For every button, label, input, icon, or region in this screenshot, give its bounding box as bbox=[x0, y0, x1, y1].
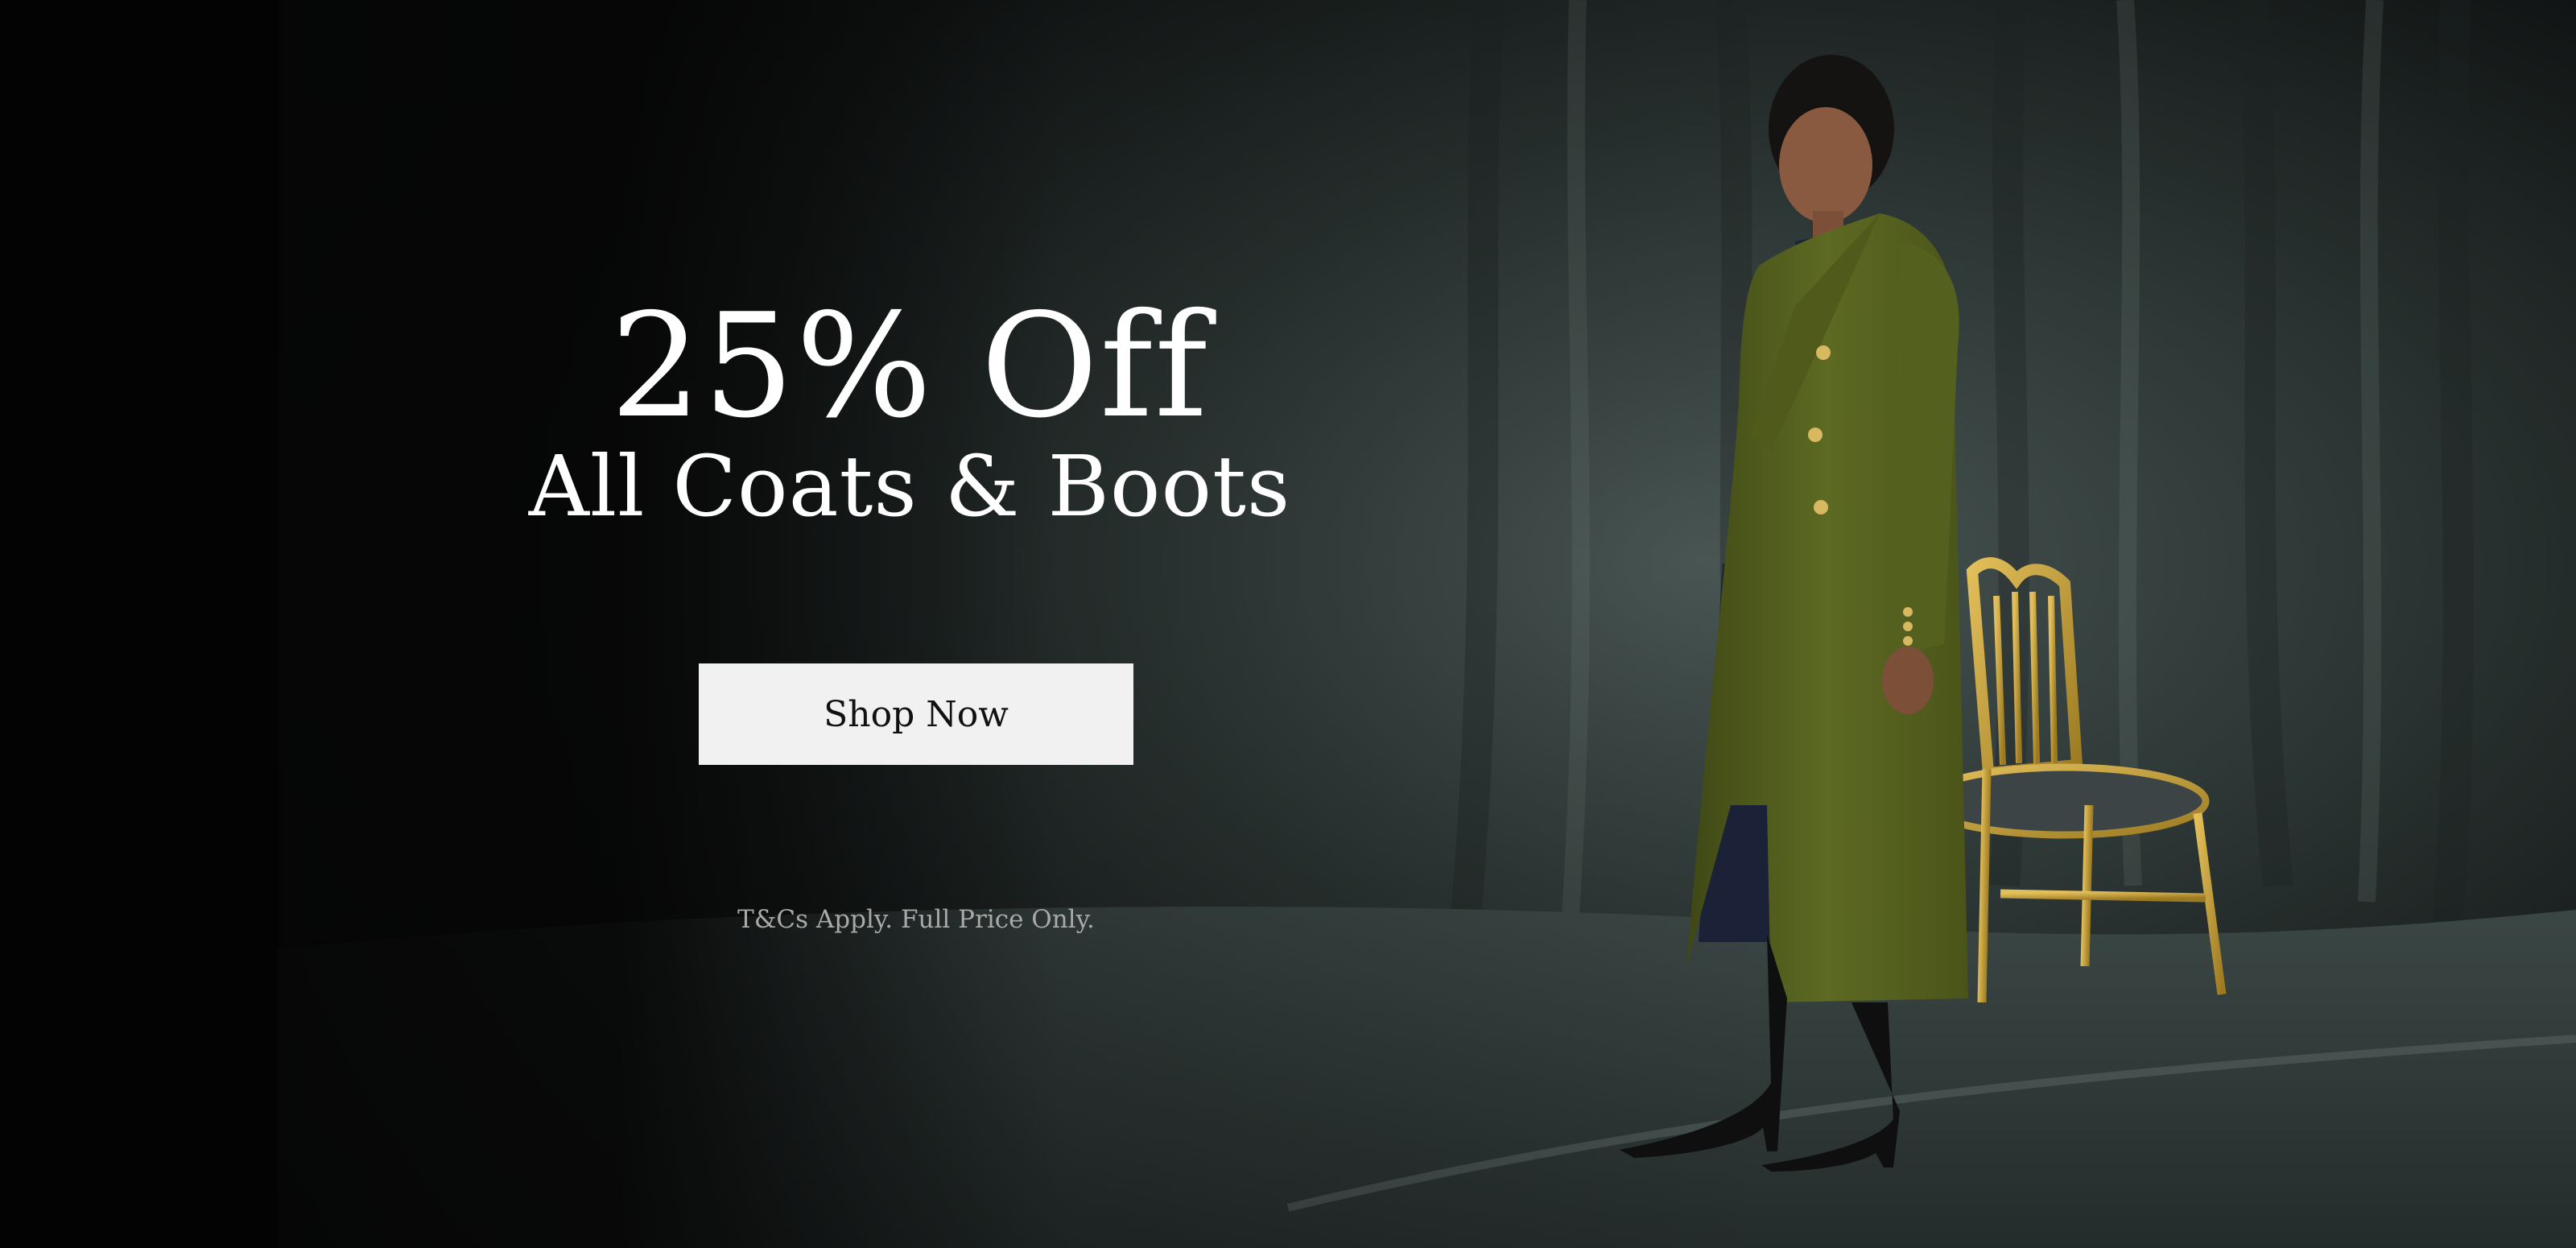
terms-disclaimer: T&Cs Apply. Full Price Only. bbox=[737, 905, 1095, 934]
shop-now-button[interactable]: Shop Now bbox=[699, 663, 1133, 765]
promo-subheadline: All Coats & Boots bbox=[528, 437, 1291, 535]
promo-copy: 25% Off All Coats & Boots bbox=[515, 290, 1304, 535]
promo-headline: 25% Off bbox=[610, 283, 1209, 449]
promo-hero-banner: 25% Off All Coats & Boots Shop Now T&Cs … bbox=[0, 0, 2576, 1248]
hero-photo bbox=[0, 0, 2576, 1248]
